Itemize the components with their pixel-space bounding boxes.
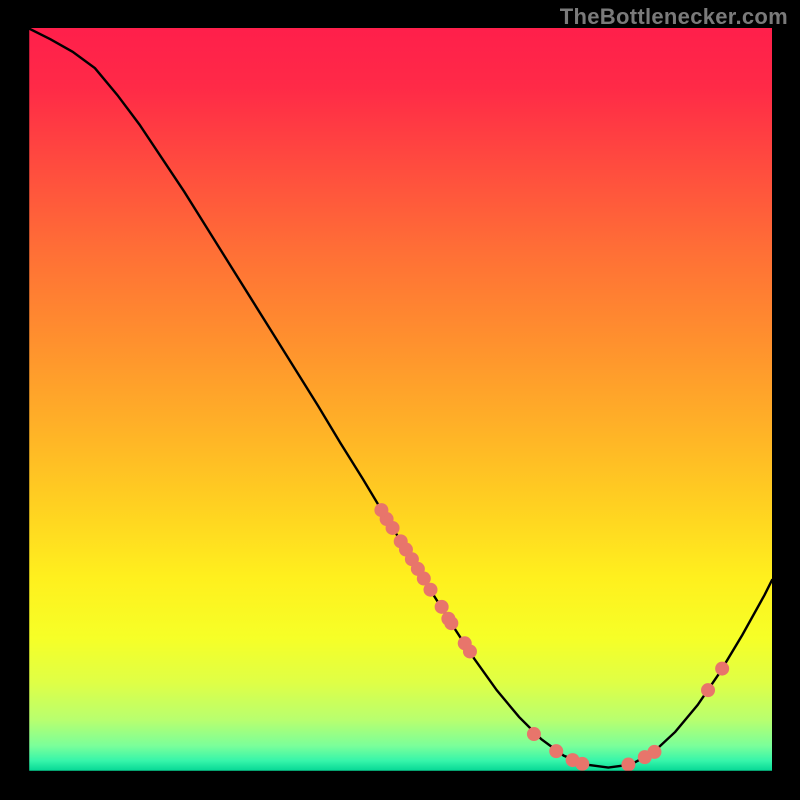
- data-point: [549, 744, 563, 758]
- data-point: [621, 758, 635, 772]
- data-point: [424, 583, 438, 597]
- gradient-background: [28, 28, 772, 772]
- stage: TheBottlenecker.com: [0, 0, 800, 800]
- data-point: [527, 727, 541, 741]
- data-point: [463, 644, 477, 658]
- data-point: [715, 662, 729, 676]
- data-point: [411, 562, 425, 576]
- data-point: [701, 683, 715, 697]
- data-point: [435, 600, 449, 614]
- data-point: [374, 503, 388, 517]
- data-point: [647, 745, 661, 759]
- data-point: [575, 757, 589, 771]
- data-point: [444, 616, 458, 630]
- bottleneck-chart: [0, 0, 800, 800]
